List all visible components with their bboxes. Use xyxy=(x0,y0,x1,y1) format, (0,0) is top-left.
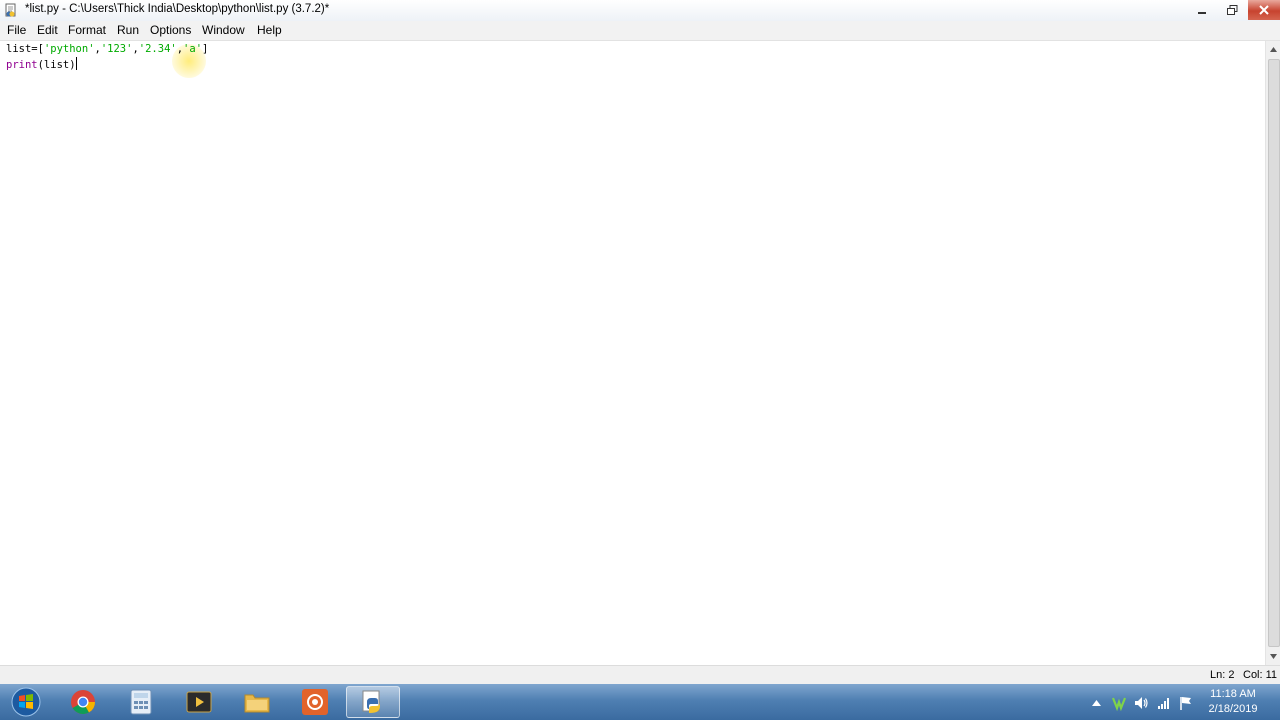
scroll-up-icon xyxy=(1270,46,1277,52)
taskbar: 11:18 AM 2/18/2019 xyxy=(0,684,1280,720)
menu-bar: File Edit Format Run Options Window Help xyxy=(0,21,1280,41)
system-clock[interactable]: 11:18 AM 2/18/2019 xyxy=(1200,687,1266,717)
calculator-icon xyxy=(130,689,152,715)
scroll-down-icon xyxy=(1270,653,1277,659)
code-token: 'a' xyxy=(183,43,203,55)
menu-run[interactable]: Run xyxy=(117,23,139,37)
scrollbar-thumb[interactable] xyxy=(1268,59,1280,647)
code-line-1[interactable]: list=['python','123','2.34','a'] xyxy=(6,42,208,56)
network-icon xyxy=(1158,698,1169,709)
taskbar-calculator[interactable] xyxy=(114,686,168,718)
restore-button[interactable] xyxy=(1218,0,1246,20)
status-bar: Ln: 2 Col: 11 xyxy=(0,665,1280,685)
idle-file-icon[interactable] xyxy=(4,3,18,17)
menu-options[interactable]: Options xyxy=(150,23,191,37)
flag-icon xyxy=(1180,697,1191,710)
minimize-icon xyxy=(1198,12,1206,14)
minimize-button[interactable] xyxy=(1188,0,1216,20)
chevron-up-icon xyxy=(1091,700,1101,706)
python-icon xyxy=(362,690,380,713)
recorder-tray-icon xyxy=(1111,697,1127,711)
restore-icon xyxy=(1226,5,1237,15)
menu-window[interactable]: Window xyxy=(202,23,245,37)
text-caret xyxy=(75,57,77,70)
title-bar: *list.py - C:\Users\Thick India\Desktop\… xyxy=(0,0,1280,22)
taskbar-file-explorer[interactable] xyxy=(230,686,284,718)
code-token: '2.34' xyxy=(138,43,177,55)
menu-help[interactable]: Help xyxy=(257,23,282,37)
speaker-icon xyxy=(1135,697,1148,709)
tray-app-icon[interactable] xyxy=(1111,695,1127,711)
taskbar-recorder[interactable] xyxy=(288,686,342,718)
network-button[interactable] xyxy=(1156,695,1172,711)
chrome-icon xyxy=(71,690,95,715)
recorder-icon xyxy=(302,689,328,715)
code-token: '123' xyxy=(100,43,133,55)
windows-start-icon xyxy=(11,687,41,717)
close-button[interactable] xyxy=(1248,0,1280,20)
code-token: ] xyxy=(202,43,209,55)
menu-file[interactable]: File xyxy=(7,23,26,37)
show-hidden-icons-button[interactable] xyxy=(1088,695,1104,711)
volume-button[interactable] xyxy=(1133,695,1149,711)
start-button[interactable] xyxy=(0,686,52,718)
code-editor[interactable]: list=['python','123','2.34','a'] print(l… xyxy=(0,41,1265,665)
clock-time: 11:18 AM xyxy=(1210,688,1256,700)
action-center-button[interactable] xyxy=(1178,695,1194,711)
clock-date: 2/18/2019 xyxy=(1208,703,1258,715)
media-player-icon xyxy=(186,691,212,713)
close-icon xyxy=(1259,5,1269,15)
code-token: list=[ xyxy=(6,43,44,55)
folder-icon xyxy=(244,694,270,713)
code-token: (list) xyxy=(37,59,76,71)
scroll-up-button[interactable] xyxy=(1266,41,1280,57)
taskbar-python-idle[interactable] xyxy=(346,686,400,718)
scroll-down-button[interactable] xyxy=(1266,648,1280,664)
taskbar-media-player[interactable] xyxy=(172,686,226,718)
line-number-status: Ln: 2 xyxy=(1210,669,1235,681)
window-title: *list.py - C:\Users\Thick India\Desktop\… xyxy=(25,3,330,15)
vertical-scrollbar[interactable] xyxy=(1265,41,1280,665)
code-token: print xyxy=(6,59,38,71)
code-line-2[interactable]: print(list) xyxy=(6,57,77,72)
menu-edit[interactable]: Edit xyxy=(37,23,58,37)
code-token: 'python' xyxy=(43,43,95,55)
column-number-status: Col: 11 xyxy=(1243,669,1278,681)
menu-format[interactable]: Format xyxy=(68,23,106,37)
taskbar-chrome[interactable] xyxy=(56,686,110,718)
